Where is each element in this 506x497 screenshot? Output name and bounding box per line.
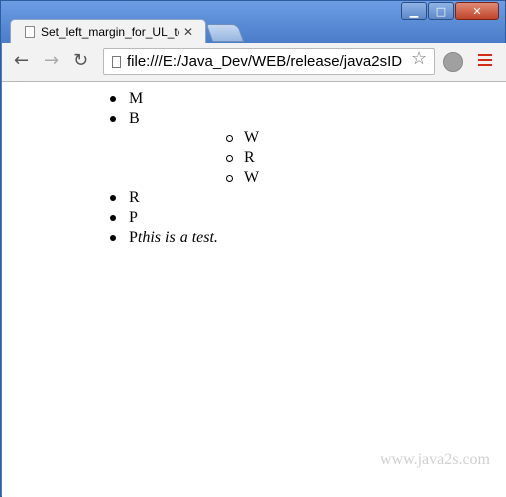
bullet-icon [110,195,116,201]
list-item: R [110,188,218,208]
page-content: M B W R W R P Pthis is a test. www.java2… [2,82,506,497]
reload-icon[interactable]: ↻ [73,51,88,71]
tab-title: Set_left_margin_for_UL_to [41,25,179,39]
emphasis-text: this is a test. [137,229,218,246]
list-item: R [226,148,259,168]
bullet-icon [110,215,116,221]
tab-active[interactable]: Set_left_margin_for_UL_to ✕ [10,19,206,44]
browser-window: ▁ □ ✕ Set_left_margin_for_UL_to ✕ ← → ↻ … [0,0,506,497]
close-window-button[interactable]: ✕ [455,2,499,20]
bullet-icon [110,116,116,122]
forward-icon[interactable]: → [44,51,59,71]
bullet-icon [110,96,116,102]
bullet-icon [110,235,116,241]
outer-list: M B [110,89,143,129]
list-item: W [226,128,259,148]
list-item: W [226,168,259,188]
nested-list: W R W [226,128,259,188]
menu-icon[interactable] [478,54,492,69]
list-item: B [110,109,143,129]
page-icon [112,55,121,68]
list-item: P [110,208,218,228]
circle-bullet-icon [226,155,233,162]
toolbar: ← → ↻ file:///E:/Java_Dev/WEB/release/ja… [2,43,506,82]
maximize-button[interactable]: □ [428,2,454,20]
minimize-button[interactable]: ▁ [401,2,427,20]
new-tab-button[interactable] [205,24,245,42]
window-controls: ▁ □ ✕ [401,2,499,20]
tab-close-icon[interactable]: ✕ [183,25,193,39]
back-icon[interactable]: ← [14,51,29,71]
outer-list-continued: R P Pthis is a test. [110,188,218,248]
watermark: www.java2s.com [379,451,490,468]
list-item: M [110,89,143,109]
address-bar[interactable]: file:///E:/Java_Dev/WEB/release/java2sID [103,48,435,75]
document-icon [25,26,35,38]
circle-bullet-icon [226,175,233,182]
address-url: file:///E:/Java_Dev/WEB/release/java2sID [127,53,403,70]
list-item: Pthis is a test. [110,228,218,248]
bookmark-star-icon[interactable]: ☆ [411,48,427,69]
circle-bullet-icon [226,135,233,142]
extension-icon[interactable] [443,52,463,72]
